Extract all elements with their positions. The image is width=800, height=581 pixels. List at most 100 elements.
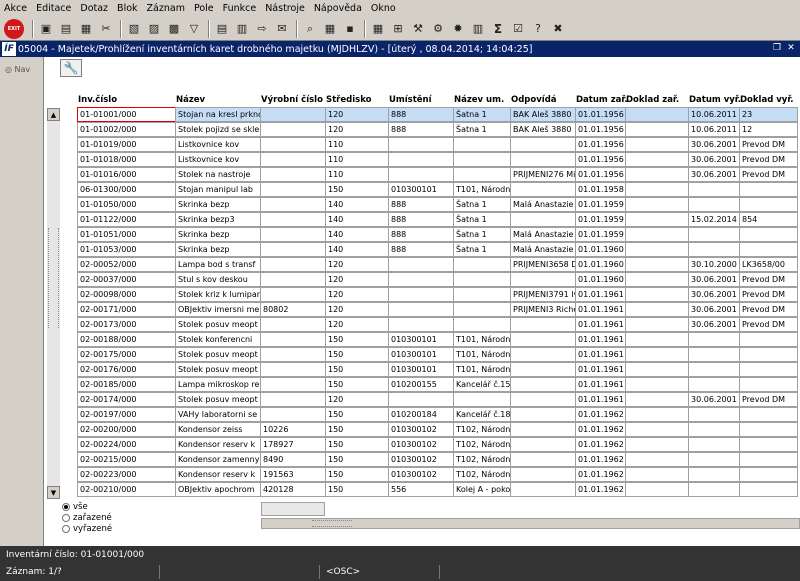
- table-cell[interactable]: Listkovnice kov: [175, 137, 261, 152]
- column-header[interactable]: Doklad zař.: [626, 95, 679, 105]
- cut-icon[interactable]: ✂: [97, 20, 115, 38]
- table-cell[interactable]: Prevod DM: [739, 167, 798, 182]
- table-cell[interactable]: 178927: [260, 437, 326, 452]
- table-cell[interactable]: 01.01.1959: [575, 197, 626, 212]
- table-cell[interactable]: [453, 272, 511, 287]
- table-cell[interactable]: 01.01.1960: [575, 242, 626, 257]
- menu-item[interactable]: Blok: [117, 3, 137, 14]
- table-cell[interactable]: 888: [388, 242, 454, 257]
- table-cell[interactable]: 01.01.1962: [575, 482, 626, 497]
- table-cell[interactable]: [260, 107, 326, 122]
- table-cell[interactable]: [453, 167, 511, 182]
- table-cell[interactable]: PRIJMENI276 Mil: [510, 167, 576, 182]
- table-cell[interactable]: LK3658/00: [739, 257, 798, 272]
- table-cell[interactable]: Malá Anastazie: [510, 242, 576, 257]
- table-cell[interactable]: 01.01.1959: [575, 227, 626, 242]
- help-icon[interactable]: ?: [529, 20, 547, 38]
- table-cell[interactable]: 01.01.1962: [575, 467, 626, 482]
- table-cell[interactable]: Malá Anastazie: [510, 197, 576, 212]
- table-cell[interactable]: [625, 137, 689, 152]
- column-header[interactable]: Doklad vyř.: [740, 95, 794, 105]
- table-cell[interactable]: [688, 377, 740, 392]
- table-cell[interactable]: [453, 152, 511, 167]
- table-cell[interactable]: [260, 272, 326, 287]
- settings-icon[interactable]: ⚙: [429, 20, 447, 38]
- table-cell[interactable]: 888: [388, 197, 454, 212]
- table-cell[interactable]: 02-00200/000: [77, 422, 176, 437]
- table-cell[interactable]: [688, 242, 740, 257]
- table-cell[interactable]: T101, Národní: [453, 332, 511, 347]
- table-cell[interactable]: 01-01051/000: [77, 227, 176, 242]
- table-cell[interactable]: [388, 137, 454, 152]
- table-cell[interactable]: [260, 167, 326, 182]
- table-cell[interactable]: 150: [325, 377, 389, 392]
- table-cell[interactable]: [453, 137, 511, 152]
- table-cell[interactable]: [510, 212, 576, 227]
- table-cell[interactable]: 888: [388, 107, 454, 122]
- sum-icon[interactable]: Σ: [489, 20, 507, 38]
- column-header[interactable]: Umístění: [389, 95, 432, 105]
- table-cell[interactable]: 110: [325, 137, 389, 152]
- menu-item[interactable]: Okno: [371, 3, 396, 14]
- table-cell[interactable]: T101, Národní: [453, 362, 511, 377]
- table-cell[interactable]: 30.06.2001: [688, 302, 740, 317]
- column-header[interactable]: Název: [176, 95, 205, 105]
- table-cell[interactable]: [625, 212, 689, 227]
- table-cell[interactable]: Skrinka bezp: [175, 242, 261, 257]
- table-cell[interactable]: [625, 407, 689, 422]
- table-cell[interactable]: 010200155: [388, 377, 454, 392]
- table-cell[interactable]: 120: [325, 257, 389, 272]
- table-cell[interactable]: 01.01.1961: [575, 302, 626, 317]
- printer-icon[interactable]: ▤: [213, 20, 231, 38]
- table-cell[interactable]: [510, 332, 576, 347]
- table-cell[interactable]: 120: [325, 302, 389, 317]
- chart-icon[interactable]: ▥: [469, 20, 487, 38]
- table-cell[interactable]: [510, 482, 576, 497]
- table-cell[interactable]: [688, 482, 740, 497]
- table-cell[interactable]: [625, 227, 689, 242]
- table-cell[interactable]: [739, 362, 798, 377]
- table-cell[interactable]: 120: [325, 107, 389, 122]
- table-cell[interactable]: 191563: [260, 467, 326, 482]
- filter-radio[interactable]: vyřazené: [62, 523, 112, 534]
- print-icon[interactable]: ▤: [57, 20, 75, 38]
- table-cell[interactable]: Prevod DM: [739, 152, 798, 167]
- table-cell[interactable]: PRIJMENI3 Riche: [510, 302, 576, 317]
- table-cell[interactable]: Stul s kov deskou: [175, 272, 261, 287]
- table-cell[interactable]: Skrinka bezp: [175, 227, 261, 242]
- check-icon[interactable]: ☑: [509, 20, 527, 38]
- table-cell[interactable]: [688, 197, 740, 212]
- table-cell[interactable]: [688, 332, 740, 347]
- table-cell[interactable]: 140: [325, 227, 389, 242]
- scroll-thumb[interactable]: [312, 520, 352, 527]
- table-cell[interactable]: Prevod DM: [739, 302, 798, 317]
- table-cell[interactable]: 01.01.1956: [575, 167, 626, 182]
- table-cell[interactable]: [739, 227, 798, 242]
- nav-label[interactable]: ◎ Nav: [5, 65, 30, 74]
- table-cell[interactable]: [260, 122, 326, 137]
- table-cell[interactable]: [510, 437, 576, 452]
- table-cell[interactable]: [388, 152, 454, 167]
- table-cell[interactable]: Stolek posuv meopt: [175, 347, 261, 362]
- table-cell[interactable]: T101, Národní: [453, 182, 511, 197]
- table-cell[interactable]: BAK Aleš 3880: [510, 122, 576, 137]
- table-cell[interactable]: 01-01050/000: [77, 197, 176, 212]
- table-cell[interactable]: 01.01.1961: [575, 392, 626, 407]
- table-cell[interactable]: [260, 152, 326, 167]
- grid-icon[interactable]: ▦: [369, 20, 387, 38]
- table-cell[interactable]: 01-01019/000: [77, 137, 176, 152]
- table-cell[interactable]: 01.01.1962: [575, 452, 626, 467]
- table-cell[interactable]: Stolek posuv meopt: [175, 392, 261, 407]
- table-cell[interactable]: [688, 407, 740, 422]
- table-cell[interactable]: [625, 377, 689, 392]
- table-cell[interactable]: [739, 332, 798, 347]
- table-cell[interactable]: Lampa bod s transf: [175, 257, 261, 272]
- table-cell[interactable]: T102, Národní: [453, 452, 511, 467]
- export-icon[interactable]: ⇨: [253, 20, 271, 38]
- table-cell[interactable]: 150: [325, 182, 389, 197]
- table-cell[interactable]: 01.01.1961: [575, 347, 626, 362]
- table-cell[interactable]: 01-01016/000: [77, 167, 176, 182]
- table-cell[interactable]: Kondensor reserv k: [175, 467, 261, 482]
- table-cell[interactable]: [260, 242, 326, 257]
- table-cell[interactable]: 02-00188/000: [77, 332, 176, 347]
